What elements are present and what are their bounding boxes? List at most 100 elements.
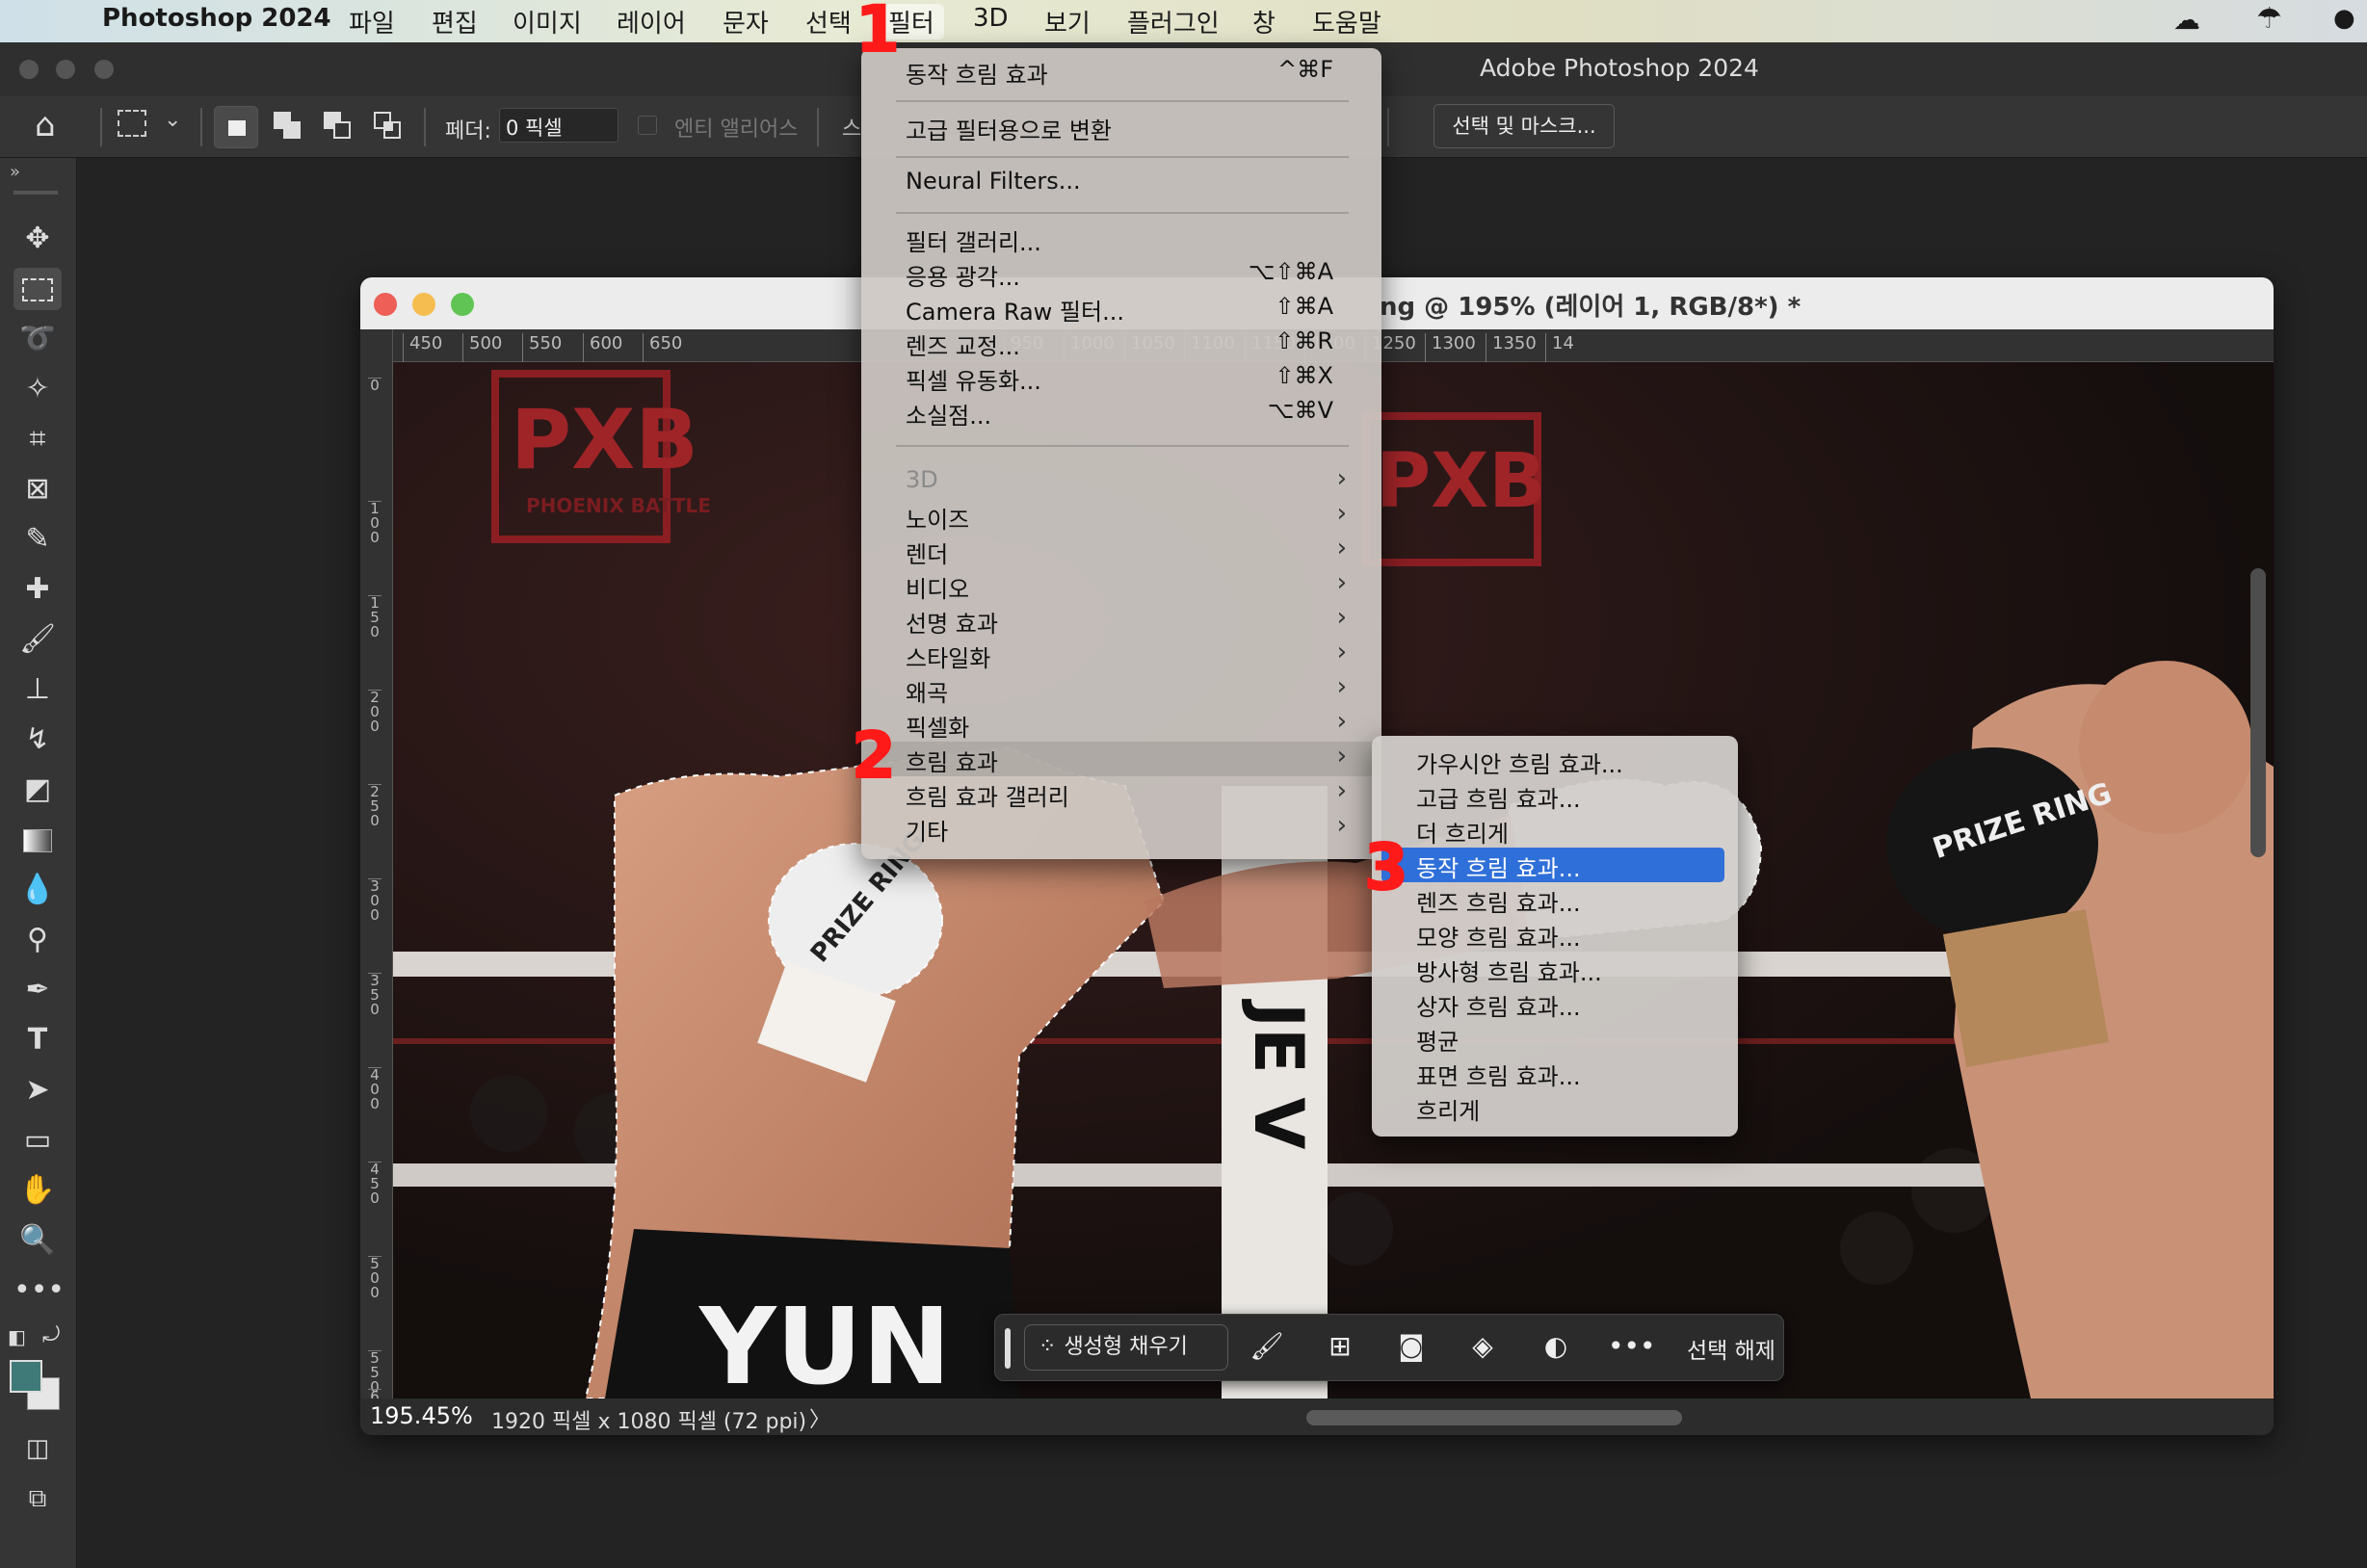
submenu-item-blur-more[interactable]: 더 흐리게 [1372,813,1738,848]
eyedropper-icon[interactable]: ✎ [13,518,62,561]
path-select-icon[interactable]: ➤ [13,1069,62,1111]
more-icon[interactable]: ••• [13,1269,65,1312]
quick-mask-icon[interactable]: ◫ [13,1427,62,1470]
more-options-icon[interactable]: ••• [1608,1330,1656,1362]
marquee-icon[interactable] [13,268,62,310]
foreground-color-swatch[interactable] [10,1360,42,1393]
type-icon[interactable]: T [13,1019,62,1061]
move-icon[interactable]: ✥ [13,218,62,260]
generative-fill-button[interactable]: ⁘ 생성형 채우기 [1024,1324,1228,1371]
home-icon[interactable]: ⌂ [35,106,56,144]
menu-item-adaptive-wide-angle[interactable]: 응용 광각... ⌥⇧⌘A [861,256,1381,291]
menu-item-other[interactable]: 기타 › [861,811,1381,846]
menu-type[interactable]: 문자 [723,4,769,39]
menu-help[interactable]: 도움말 [1312,4,1381,39]
menu-item-neural-filters[interactable]: Neural Filters... [861,166,1381,200]
menu-edit[interactable]: 편집 [432,4,478,39]
menu-item-blur[interactable]: 흐림 효과 › [861,742,1381,776]
mask-icon[interactable]: ◙ [1392,1330,1431,1362]
menu-view[interactable]: 보기 [1044,4,1091,39]
menu-3d[interactable]: 3D [973,4,1009,33]
chevron-down-icon[interactable]: ⌄ [164,108,181,132]
new-selection-button[interactable] [214,106,258,148]
creative-cloud-icon[interactable]: ☁ [2173,4,2200,36]
menu-item-liquify[interactable]: 픽셀 유동화... ⇧⌘X [861,360,1381,395]
menu-item-render[interactable]: 렌더 › [861,534,1381,568]
stamp-icon[interactable]: ⊥ [13,668,62,711]
menu-item-blur-gallery[interactable]: 흐림 효과 갤러리 › [861,776,1381,811]
menu-item-lens-correction[interactable]: 렌즈 교정... ⇧⌘R [861,326,1381,360]
window-close-button[interactable] [19,60,39,79]
submenu-item-surface-blur[interactable]: 표면 흐림 효과... [1372,1056,1738,1090]
doc-minimize-button[interactable] [412,293,435,316]
submenu-item-motion-blur[interactable]: 동작 흐림 효과... [1381,848,1724,882]
menu-image[interactable]: 이미지 [513,4,582,39]
menu-item-noise[interactable]: 노이즈 › [861,499,1381,534]
blur-icon[interactable]: 💧 [13,869,62,911]
menu-item-sharpen[interactable]: 선명 효과 › [861,603,1381,638]
fill-icon[interactable]: ◈ [1463,1330,1502,1362]
screen-mode-icon[interactable]: ⧉ [13,1477,62,1520]
status-menu-arrow[interactable]: 〉 [809,1402,830,1433]
submenu-item-lens-blur[interactable]: 렌즈 흐림 효과... [1372,882,1738,917]
submenu-item-blur[interactable]: 흐리게 [1372,1090,1738,1125]
pen-icon[interactable]: ✒ [13,969,62,1011]
marquee-preset-icon[interactable] [118,110,146,137]
zoom-level[interactable]: 195.45% [370,1402,473,1429]
lasso-icon[interactable]: ➰ [13,318,62,360]
dodge-icon[interactable]: ⚲ [13,919,62,961]
drag-handle[interactable] [1005,1328,1011,1369]
menu-file[interactable]: 파일 [349,4,395,39]
vertical-scrollbar[interactable] [2250,568,2266,857]
submenu-item-shape-blur[interactable]: 모양 흐림 효과... [1372,917,1738,952]
intersect-selection-button[interactable] [374,112,403,141]
crop-icon[interactable]: ⌗ [13,418,62,460]
window-zoom-button[interactable] [94,60,114,79]
menu-item-last-filter[interactable]: 동작 흐림 효과 ^⌘F [861,54,1381,89]
brush-icon[interactable]: 🖌 [13,618,62,661]
menu-item-vanishing-point[interactable]: 소실점... ⌥⌘V [861,395,1381,430]
menu-item-video[interactable]: 비디오 › [861,568,1381,603]
default-colors-icon[interactable]: ◧ [8,1325,26,1348]
zoom-icon[interactable]: 🔍 [13,1219,62,1262]
window-minimize-button[interactable] [56,60,75,79]
gradient-icon[interactable] [13,819,62,861]
select-and-mask-button[interactable]: 선택 및 마스크... [1433,104,1615,148]
vertical-ruler[interactable]: 0 100 150 200 250 300 350 400 450 500 55… [360,329,393,1404]
notification-icon[interactable]: ● [2333,4,2355,33]
submenu-item-smart-blur[interactable]: 고급 흐림 효과... [1372,778,1738,813]
doc-close-button[interactable] [374,293,397,316]
app-menu[interactable]: Photoshop 2024 [102,4,331,33]
menu-item-stylize[interactable]: 스타일화 › [861,638,1381,672]
eraser-icon[interactable]: ◩ [13,769,62,811]
hand-icon[interactable]: ✋ [13,1169,62,1212]
submenu-item-radial-blur[interactable]: 방사형 흐림 효과... [1372,952,1738,986]
submenu-item-box-blur[interactable]: 상자 흐림 효과... [1372,986,1738,1021]
collapse-panel-icon[interactable]: » [10,162,20,182]
umbrella-icon[interactable]: ☂ [2256,2,2282,36]
frame-icon[interactable]: ⊠ [13,468,62,510]
adjustment-icon[interactable]: ◐ [1537,1330,1575,1362]
add-selection-button[interactable] [274,112,302,141]
menu-layer[interactable]: 레이어 [617,4,686,39]
submenu-item-gaussian-blur[interactable]: 가우시안 흐림 효과... [1372,744,1738,778]
panel-grip[interactable] [13,191,58,195]
menu-select[interactable]: 선택 [805,4,852,39]
horizontal-scrollbar[interactable] [1306,1410,1682,1425]
modify-selection-icon[interactable]: 🖌 [1248,1330,1286,1362]
menu-item-filter-gallery[interactable]: 필터 갤러리... [861,222,1381,256]
rectangle-icon[interactable]: ▭ [13,1119,62,1162]
menu-window[interactable]: 창 [1252,4,1276,39]
history-brush-icon[interactable]: ↯ [13,719,62,761]
menu-item-pixelate[interactable]: 픽셀화 › [861,707,1381,742]
menu-item-distort[interactable]: 왜곡 › [861,672,1381,707]
antialias-checkbox[interactable] [638,116,657,135]
menu-item-convert-smart-filters[interactable]: 고급 필터용으로 변환 [861,110,1381,144]
swap-colors-icon[interactable]: ⤾ [42,1323,60,1347]
deselect-button[interactable]: 선택 해제 [1687,1332,1775,1365]
submenu-item-average[interactable]: 평균 [1372,1021,1738,1056]
subtract-selection-button[interactable] [324,112,353,141]
invert-selection-icon[interactable]: ⊞ [1321,1330,1359,1362]
menu-item-camera-raw[interactable]: Camera Raw 필터... ⇧⌘A [861,291,1381,326]
magic-wand-icon[interactable]: ✧ [13,368,62,410]
